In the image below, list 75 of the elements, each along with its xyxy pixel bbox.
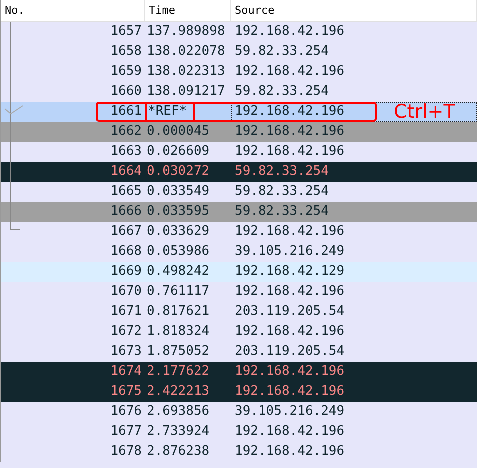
table-cell-text: 192.168.42.129	[234, 263, 346, 281]
table-cell-text: 1670	[110, 283, 143, 301]
table-cell-text: 192.168.42.196	[234, 383, 346, 401]
table-cell-text: 0.000045	[147, 123, 210, 141]
table-cell-text: 192.168.42.196	[234, 223, 346, 241]
column-header[interactable]: Source	[231, 0, 477, 21]
table-cell-text: 0.033595	[147, 203, 210, 221]
table-cell-text: 1678	[110, 443, 143, 461]
table-cell-text: 2.693856	[147, 403, 210, 421]
table-cell-text: 0.498242	[147, 263, 210, 281]
table-cell-text: 192.168.42.196	[234, 363, 346, 381]
packet-row[interactable]: 1661 *REF* 192.168.42.196 Ctrl+T	[1, 102, 477, 122]
table-cell-text: 1667	[110, 223, 143, 241]
table-cell-text: 0.030272	[147, 163, 210, 181]
table-cell-text: 2.422213	[147, 383, 210, 401]
table-cell-text: 59.82.33.254	[234, 83, 330, 101]
table-cell-text: 1657	[110, 23, 143, 41]
packet-row[interactable]: 1662 0.000045 192.168.42.196	[1, 122, 477, 142]
table-cell-text: 2.733924	[147, 423, 210, 441]
table-cell-text: 39.105.216.249	[234, 243, 346, 261]
table-cell-text: 59.82.33.254	[234, 183, 330, 201]
table-cell-text: 1672	[110, 323, 143, 341]
table-cell-text: 203.119.205.54	[234, 343, 346, 361]
packet-row[interactable]: 1674 2.177622 192.168.42.196	[1, 362, 477, 382]
table-cell-text: 59.82.33.254	[234, 43, 330, 61]
table-cell-text: 192.168.42.196	[234, 283, 346, 301]
table-cell-text: 1671	[110, 303, 143, 321]
table-cell-text: 192.168.42.196	[234, 323, 346, 341]
table-cell-text: 1661	[110, 103, 143, 121]
column-header[interactable]: No.	[1, 0, 145, 21]
table-cell-text: 192.168.42.196	[234, 143, 346, 161]
table-cell-text: 0.033629	[147, 223, 210, 241]
table-cell-text: 138.022313	[147, 63, 226, 81]
table-cell-text: 0.761117	[147, 283, 210, 301]
table-cell-text: 1673	[110, 343, 143, 361]
packet-row[interactable]: 1669 0.498242 192.168.42.129	[1, 262, 477, 282]
table-cell-text: 1674	[110, 363, 143, 381]
table-cell-text: 0.033549	[147, 183, 210, 201]
table-cell-text: 1669	[110, 263, 143, 281]
table-cell-text: 2.177622	[147, 363, 210, 381]
packet-row[interactable]: 1666 0.033595 59.82.33.254	[1, 202, 477, 222]
table-cell-text: 1663	[110, 143, 143, 161]
table-cell-text: 1.875052	[147, 343, 210, 361]
packet-row[interactable]: 1675 2.422213 192.168.42.196	[1, 382, 477, 402]
table-cell-text: 1666	[110, 203, 143, 221]
table-cell-text: 192.168.42.196	[234, 63, 346, 81]
table-cell-text: 39.105.216.249	[234, 403, 346, 421]
table-cell-text: 1676	[110, 403, 143, 421]
table-cell-text: 203.119.205.54	[234, 303, 346, 321]
table-cell-text: 0.026609	[147, 143, 210, 161]
table-cell-text: 59.82.33.254	[234, 163, 330, 181]
table-cell-text: 137.989898	[147, 23, 226, 41]
table-cell-text: 1675	[110, 383, 143, 401]
table-cell-text: 1658	[110, 43, 143, 61]
table-cell-text: 1659	[110, 63, 143, 81]
table-cell-text: 0.817621	[147, 303, 210, 321]
table-cell-text: 1.818324	[147, 323, 210, 341]
table-cell-text: 138.022078	[147, 43, 226, 61]
table-cell-text: 1660	[110, 83, 143, 101]
table-cell-text: 59.82.33.254	[234, 203, 330, 221]
table-cell-text: 192.168.42.196	[234, 423, 346, 441]
table-cell-text: 1662	[110, 123, 143, 141]
table-cell-text: 138.091217	[147, 83, 226, 101]
table-cell-text: 0.053986	[147, 243, 210, 261]
table-cell-text: 1664	[110, 163, 143, 181]
table-cell-text: 192.168.42.196	[234, 443, 346, 461]
column-header[interactable]: Time	[145, 0, 231, 21]
table-cell-text: 1665	[110, 183, 143, 201]
table-cell-text: 2.876238	[147, 443, 210, 461]
packet-row[interactable]: 1664 0.030272 59.82.33.254	[1, 162, 477, 182]
table-cell-text: 1677	[110, 423, 143, 441]
table-cell-text: 192.168.42.196	[234, 23, 346, 41]
table-cell-text: 192.168.42.196	[234, 123, 346, 141]
annotation-label: Ctrl+T	[394, 102, 456, 122]
table-cell-text: 1668	[110, 243, 143, 261]
